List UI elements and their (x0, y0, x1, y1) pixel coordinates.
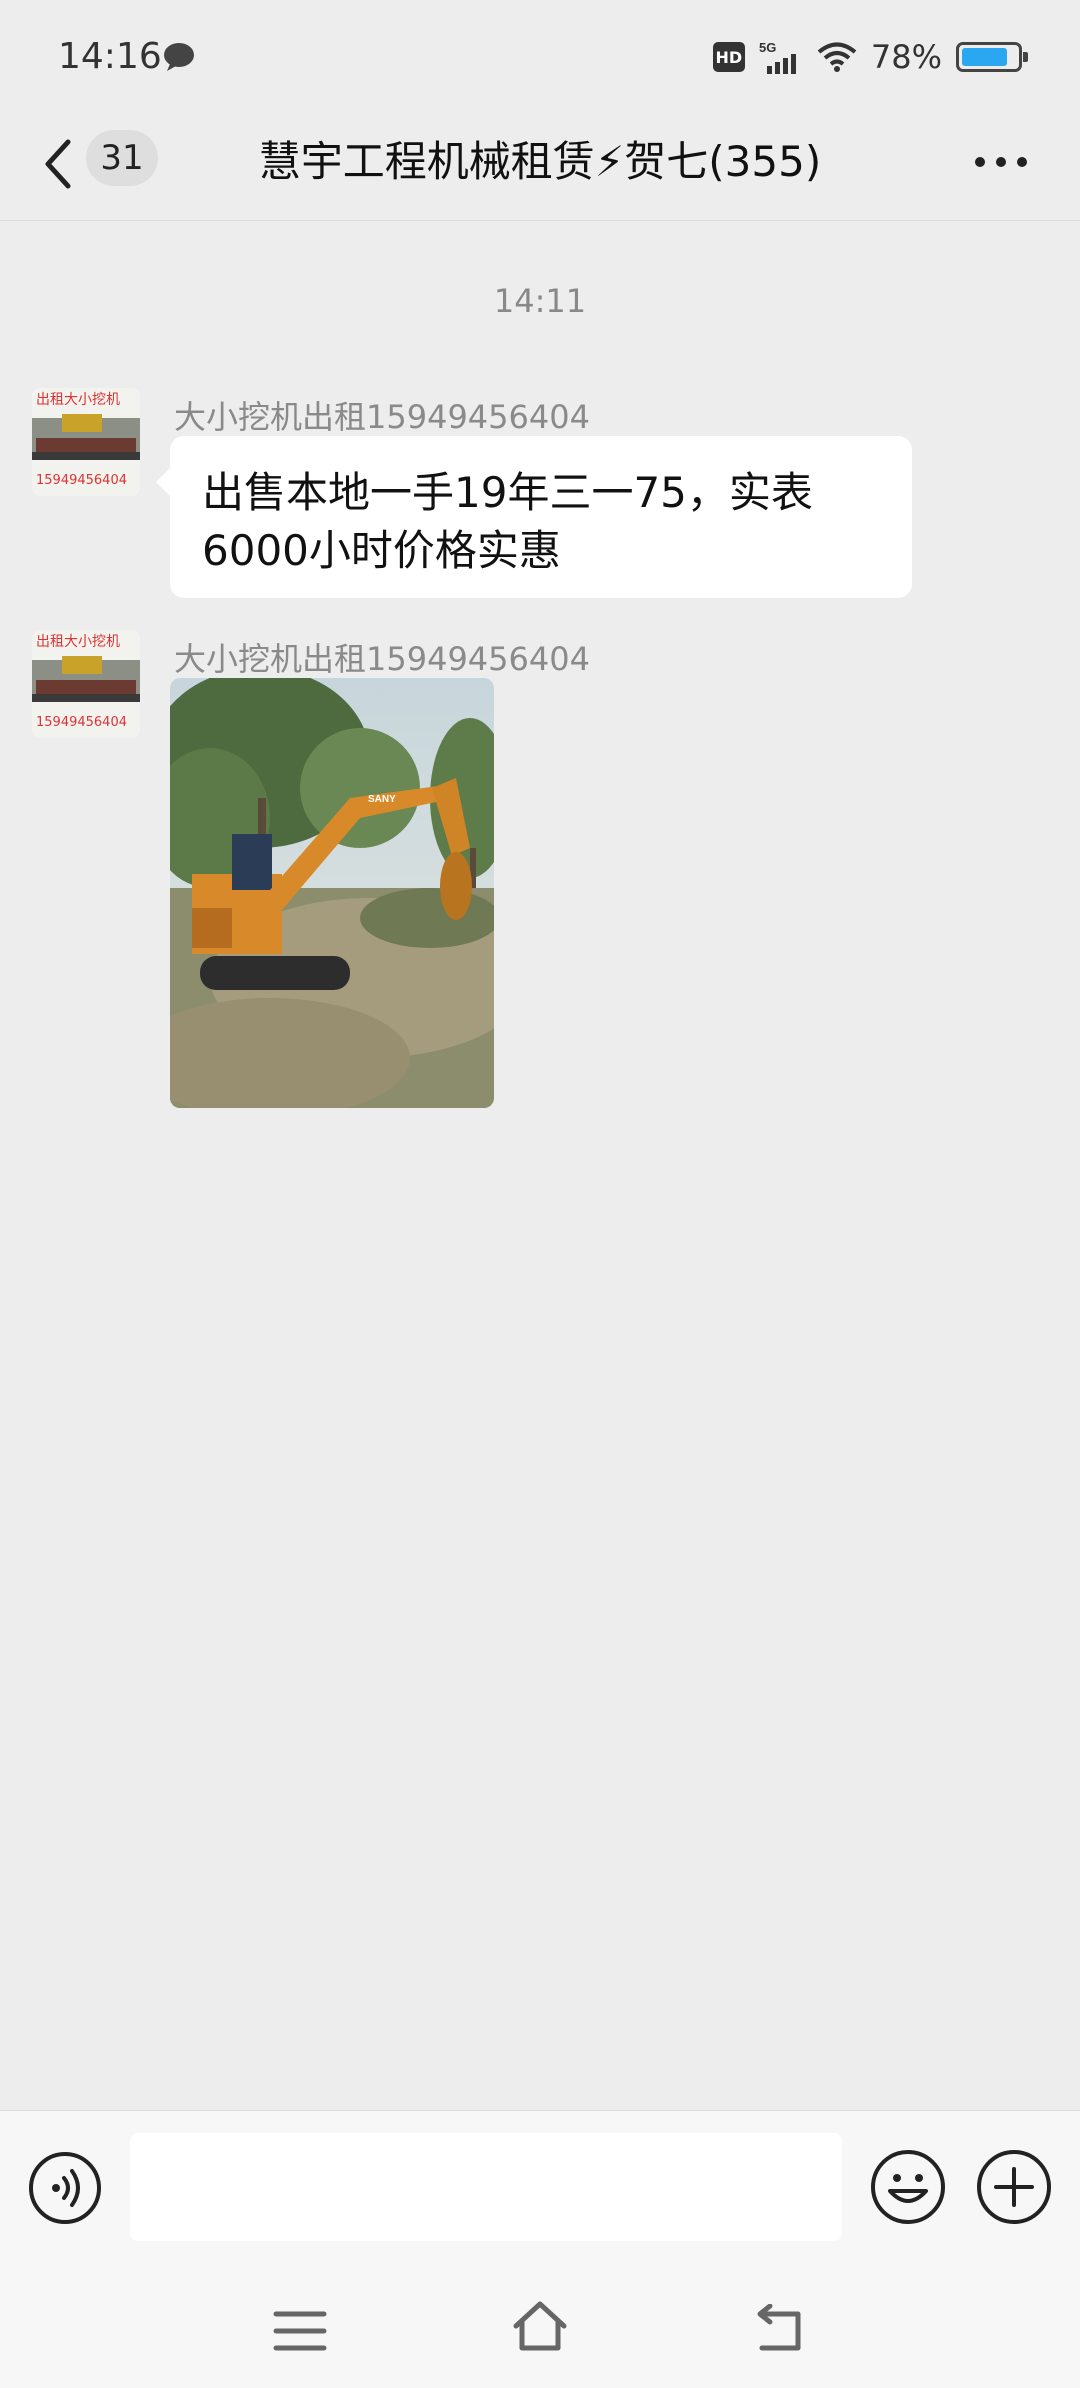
message-input-bar (0, 2110, 1080, 2259)
home-icon[interactable] (510, 2298, 570, 2354)
svg-text:15949456404: 15949456404 (36, 715, 127, 730)
message-bubble[interactable]: 出售本地一手19年三一75，实表6000小时价格实惠 (156, 436, 912, 598)
chat-notification-icon (164, 43, 194, 71)
signal-5g-icon: 5G (759, 40, 796, 74)
hd-icon: HD (712, 42, 745, 72)
svg-text:出租大小挖机: 出租大小挖机 (36, 392, 120, 408)
battery-percent: 78% (870, 38, 942, 76)
chat-header: 31 慧宇工程机械租赁⚡贺七(355) (0, 110, 1080, 221)
svg-text:出租大小挖机: 出租大小挖机 (36, 634, 120, 650)
chat-title: 慧宇工程机械租赁⚡贺七(355) (258, 137, 822, 186)
battery-icon (956, 42, 1028, 72)
more-dots-icon[interactable] (974, 150, 1028, 174)
wifi-icon (817, 42, 857, 72)
menu-icon[interactable] (272, 2308, 328, 2354)
status-time: 14:16 (58, 36, 162, 77)
status-icons: HD 5G 78% (712, 38, 1028, 76)
avatar-image: 出租大小挖机 15949456404 (32, 388, 140, 496)
svg-text:15949456404: 15949456404 (36, 473, 127, 488)
sender-avatar[interactable]: 出租大小挖机 15949456404 (32, 630, 140, 738)
voice-icon[interactable] (28, 2151, 102, 2225)
plus-icon[interactable] (976, 2149, 1052, 2225)
avatar-image: 出租大小挖机 15949456404 (32, 630, 140, 738)
message-photo[interactable]: SANY (170, 678, 494, 1108)
emoji-icon[interactable] (870, 2149, 946, 2225)
sender-name: 大小挖机出租15949456404 (174, 640, 590, 678)
back-icon[interactable] (752, 2304, 808, 2354)
sender-name: 大小挖机出租15949456404 (174, 398, 590, 436)
message-input[interactable] (130, 2133, 842, 2241)
sender-avatar[interactable]: 出租大小挖机 15949456404 (32, 388, 140, 496)
svg-text:SANY: SANY (368, 794, 396, 805)
svg-text:5G: 5G (759, 40, 776, 55)
excavator-photo: SANY (170, 678, 494, 1108)
status-bar: 14:16 HD 5G 78% (0, 0, 1080, 110)
system-nav-bar (0, 2258, 1080, 2388)
message-timestamp: 14:11 (493, 282, 587, 320)
